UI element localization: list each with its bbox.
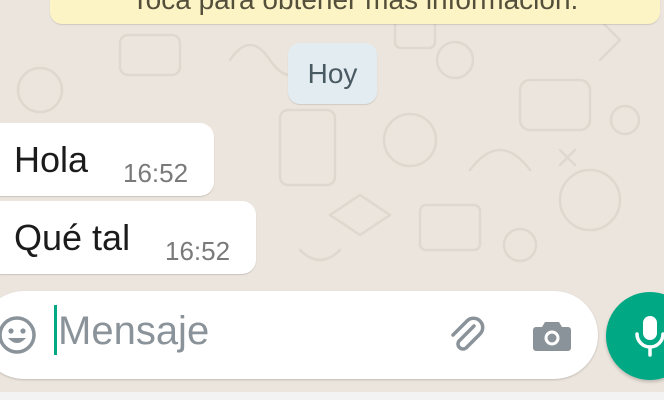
microphone-icon (635, 316, 664, 357)
encryption-notice[interactable]: Toca para obtener más información. (50, 0, 660, 24)
message-text: Qué tal (14, 217, 131, 258)
message-input[interactable] (58, 303, 428, 359)
text-caret (54, 305, 57, 355)
emoji-icon[interactable] (0, 314, 38, 356)
encryption-notice-text: Toca para obtener más información. (132, 0, 579, 16)
date-separator: Hoy (288, 43, 377, 104)
message-text: Hola (14, 139, 89, 180)
message-time: 16:52 (123, 158, 189, 188)
message-bubble[interactable]: Hola 16:52 (0, 123, 214, 196)
camera-icon[interactable] (531, 314, 573, 356)
paperclip-icon[interactable] (444, 313, 488, 357)
message-time: 16:52 (165, 236, 231, 266)
date-separator-label: Hoy (307, 57, 358, 89)
message-composer (0, 291, 598, 379)
message-bubble[interactable]: Qué tal 16:52 (0, 201, 256, 274)
bottom-edge (0, 392, 664, 400)
